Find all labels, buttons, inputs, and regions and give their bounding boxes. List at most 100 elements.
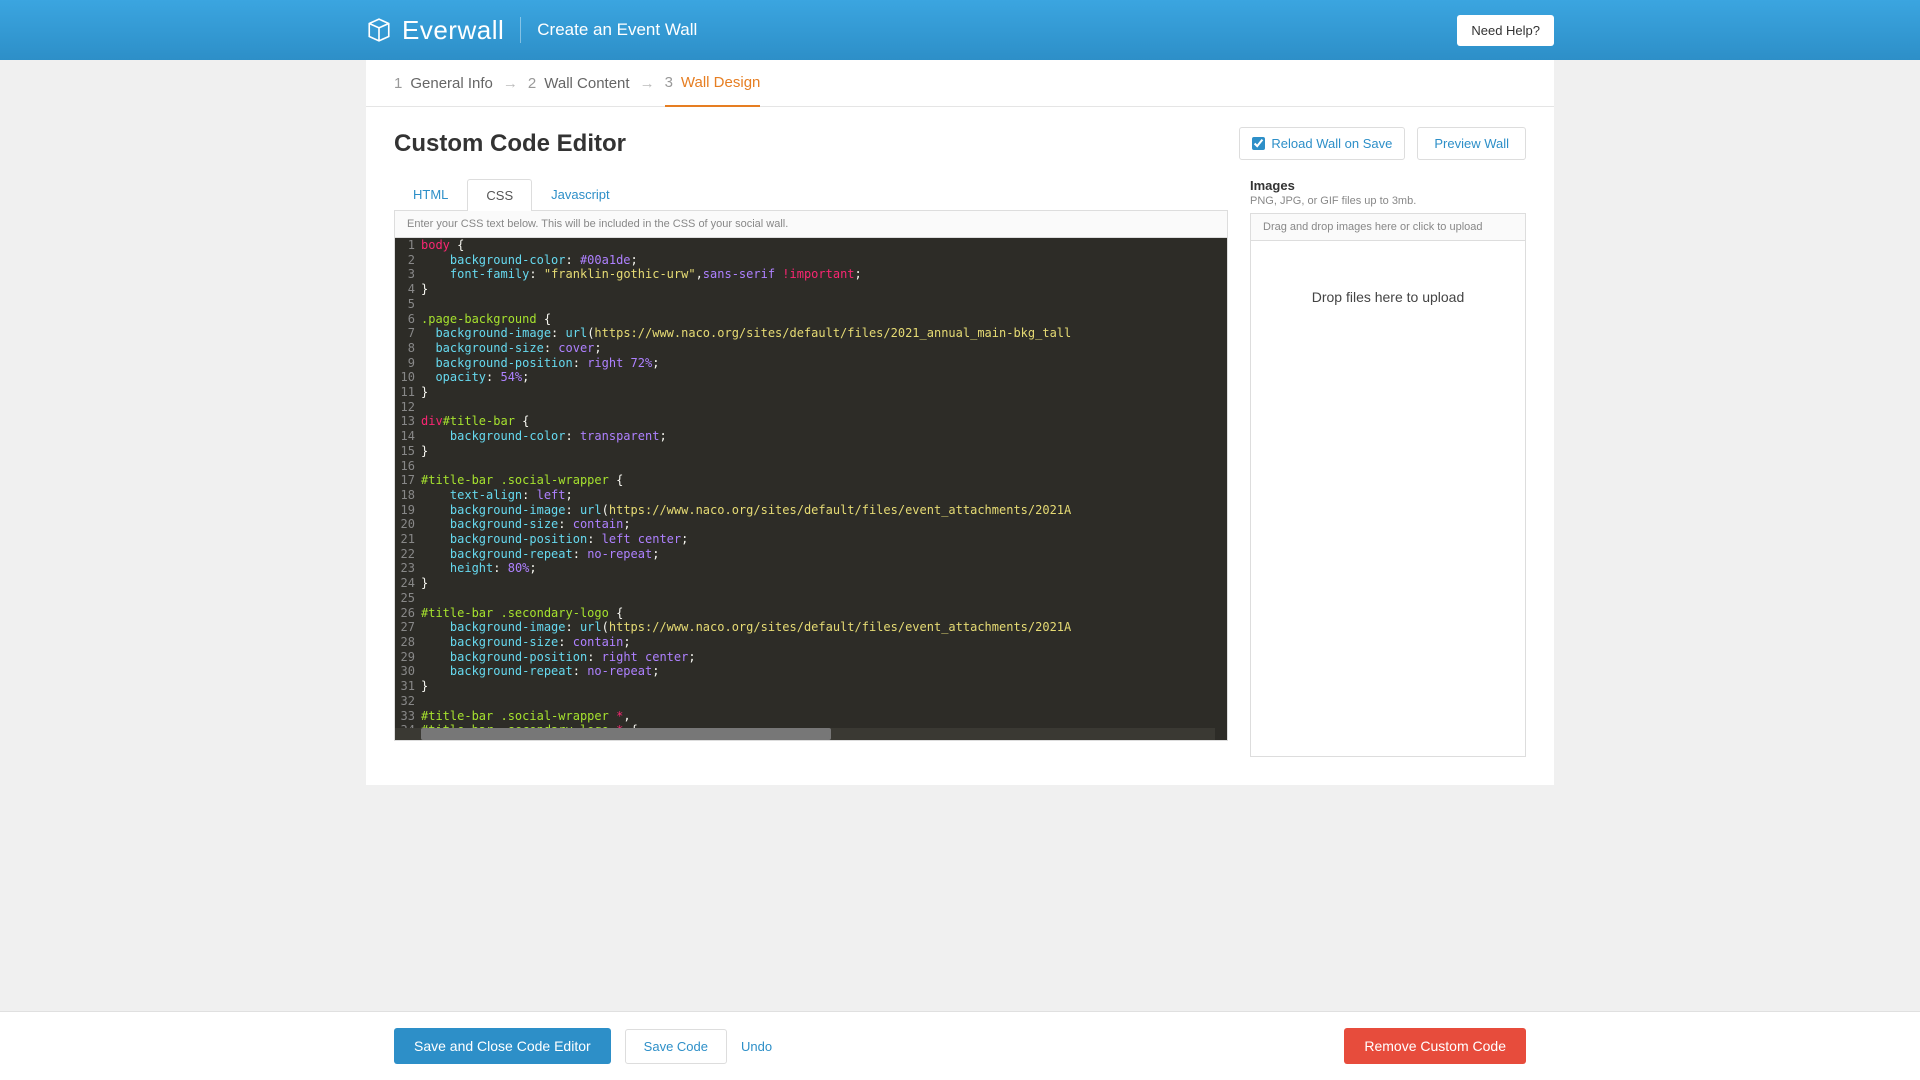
line-text[interactable]: height: 80%; (421, 561, 1227, 576)
line-text[interactable]: } (421, 444, 1227, 459)
code-line[interactable]: 1body { (395, 238, 1227, 253)
code-line[interactable]: 21 background-position: left center; (395, 532, 1227, 547)
code-line[interactable]: 6.page-background { (395, 312, 1227, 327)
code-line[interactable]: 28 background-size: contain; (395, 635, 1227, 650)
code-line[interactable]: 24} (395, 576, 1227, 591)
line-text[interactable]: background-size: contain; (421, 635, 1227, 650)
code-line[interactable]: 17#title-bar .social-wrapper { (395, 473, 1227, 488)
code-line[interactable]: 2 background-color: #00a1de; (395, 253, 1227, 268)
code-editor[interactable]: 1body {2 background-color: #00a1de;3 fon… (394, 237, 1228, 741)
image-dropzone[interactable]: Drop files here to upload (1250, 241, 1526, 757)
code-line[interactable]: 8 background-size: cover; (395, 341, 1227, 356)
line-number: 15 (395, 444, 421, 459)
code-line[interactable]: 15} (395, 444, 1227, 459)
dropzone-text: Drop files here to upload (1312, 289, 1465, 305)
line-text[interactable]: } (421, 576, 1227, 591)
undo-button[interactable]: Undo (741, 1039, 772, 1054)
line-text[interactable] (421, 694, 1227, 709)
code-line[interactable]: 29 background-position: right center; (395, 650, 1227, 665)
tab-html[interactable]: HTML (394, 178, 467, 210)
line-text[interactable]: #title-bar .secondary-logo { (421, 606, 1227, 621)
line-number: 1 (395, 238, 421, 253)
line-text[interactable]: background-image: url(https://www.naco.o… (421, 503, 1227, 518)
code-line[interactable]: 3 font-family: "franklin-gothic-urw",san… (395, 267, 1227, 282)
line-text[interactable]: } (421, 282, 1227, 297)
header-subtitle: Create an Event Wall (537, 20, 697, 40)
code-line[interactable]: 23 height: 80%; (395, 561, 1227, 576)
code-line[interactable]: 30 background-repeat: no-repeat; (395, 664, 1227, 679)
line-text[interactable]: background-repeat: no-repeat; (421, 547, 1227, 562)
line-text[interactable]: background-position: left center; (421, 532, 1227, 547)
code-line[interactable]: 22 background-repeat: no-repeat; (395, 547, 1227, 562)
line-text[interactable] (421, 591, 1227, 606)
horizontal-scrollbar-thumb[interactable] (421, 728, 831, 740)
code-line[interactable]: 13div#title-bar { (395, 414, 1227, 429)
line-number: 12 (395, 400, 421, 415)
horizontal-scrollbar[interactable] (395, 728, 1215, 740)
line-text[interactable]: background-color: transparent; (421, 429, 1227, 444)
line-number: 21 (395, 532, 421, 547)
line-text[interactable]: opacity: 54%; (421, 370, 1227, 385)
code-line[interactable]: 33#title-bar .social-wrapper *, (395, 709, 1227, 724)
line-number: 29 (395, 650, 421, 665)
line-text[interactable]: background-position: right center; (421, 650, 1227, 665)
preview-wall-button[interactable]: Preview Wall (1417, 127, 1526, 160)
line-text[interactable]: background-image: url(https://www.naco.o… (421, 326, 1227, 341)
line-text[interactable]: background-size: cover; (421, 341, 1227, 356)
code-line[interactable]: 19 background-image: url(https://www.nac… (395, 503, 1227, 518)
line-text[interactable]: text-align: left; (421, 488, 1227, 503)
line-text[interactable]: background-repeat: no-repeat; (421, 664, 1227, 679)
code-line[interactable]: 26#title-bar .secondary-logo { (395, 606, 1227, 621)
line-text[interactable] (421, 400, 1227, 415)
line-number: 33 (395, 709, 421, 724)
code-line[interactable]: 32 (395, 694, 1227, 709)
code-line[interactable]: 9 background-position: right 72%; (395, 356, 1227, 371)
line-text[interactable] (421, 459, 1227, 474)
reload-wall-input[interactable] (1252, 137, 1265, 150)
line-text[interactable]: #title-bar .social-wrapper { (421, 473, 1227, 488)
tab-css[interactable]: CSS (467, 179, 532, 211)
code-line[interactable]: 20 background-size: contain; (395, 517, 1227, 532)
code-line[interactable]: 7 background-image: url(https://www.naco… (395, 326, 1227, 341)
code-line[interactable]: 27 background-image: url(https://www.nac… (395, 620, 1227, 635)
code-line[interactable]: 31} (395, 679, 1227, 694)
line-text[interactable]: } (421, 385, 1227, 400)
line-number: 25 (395, 591, 421, 606)
remove-custom-code-button[interactable]: Remove Custom Code (1344, 1028, 1526, 1064)
line-text[interactable]: .page-background { (421, 312, 1227, 327)
line-text[interactable]: font-family: "franklin-gothic-urw",sans-… (421, 267, 1227, 282)
code-line[interactable]: 5 (395, 297, 1227, 312)
line-text[interactable]: background-image: url(https://www.naco.o… (421, 620, 1227, 635)
brand-logo[interactable]: Everwall (366, 15, 504, 46)
need-help-button[interactable]: Need Help? (1457, 15, 1554, 46)
line-text[interactable]: background-position: right 72%; (421, 356, 1227, 371)
code-line[interactable]: 14 background-color: transparent; (395, 429, 1227, 444)
line-text[interactable]: #title-bar .social-wrapper *, (421, 709, 1227, 724)
breadcrumb-step-3[interactable]: 3Wall Design (665, 74, 761, 107)
code-line[interactable]: 18 text-align: left; (395, 488, 1227, 503)
save-code-button[interactable]: Save Code (625, 1029, 727, 1064)
tab-javascript[interactable]: Javascript (532, 178, 629, 210)
title-actions: Reload Wall on Save Preview Wall (1239, 127, 1526, 160)
breadcrumb-step-num: 2 (528, 75, 536, 92)
reload-wall-checkbox[interactable]: Reload Wall on Save (1239, 127, 1405, 160)
save-close-button[interactable]: Save and Close Code Editor (394, 1028, 611, 1064)
editor-hint: Enter your CSS text below. This will be … (394, 210, 1228, 237)
code-line[interactable]: 25 (395, 591, 1227, 606)
code-line[interactable]: 11} (395, 385, 1227, 400)
line-text[interactable] (421, 297, 1227, 312)
code-line[interactable]: 4} (395, 282, 1227, 297)
line-number: 30 (395, 664, 421, 679)
line-text[interactable]: body { (421, 238, 1227, 253)
chevron-right-icon: → (640, 75, 655, 92)
breadcrumb-step-1[interactable]: 1General Info (394, 75, 493, 92)
line-text[interactable]: background-size: contain; (421, 517, 1227, 532)
code-line[interactable]: 10 opacity: 54%; (395, 370, 1227, 385)
line-text[interactable]: background-color: #00a1de; (421, 253, 1227, 268)
line-text[interactable]: } (421, 679, 1227, 694)
code-scroll[interactable]: 1body {2 background-color: #00a1de;3 fon… (395, 238, 1227, 740)
line-text[interactable]: div#title-bar { (421, 414, 1227, 429)
code-line[interactable]: 16 (395, 459, 1227, 474)
code-line[interactable]: 12 (395, 400, 1227, 415)
breadcrumb-step-2[interactable]: 2Wall Content (528, 75, 630, 92)
